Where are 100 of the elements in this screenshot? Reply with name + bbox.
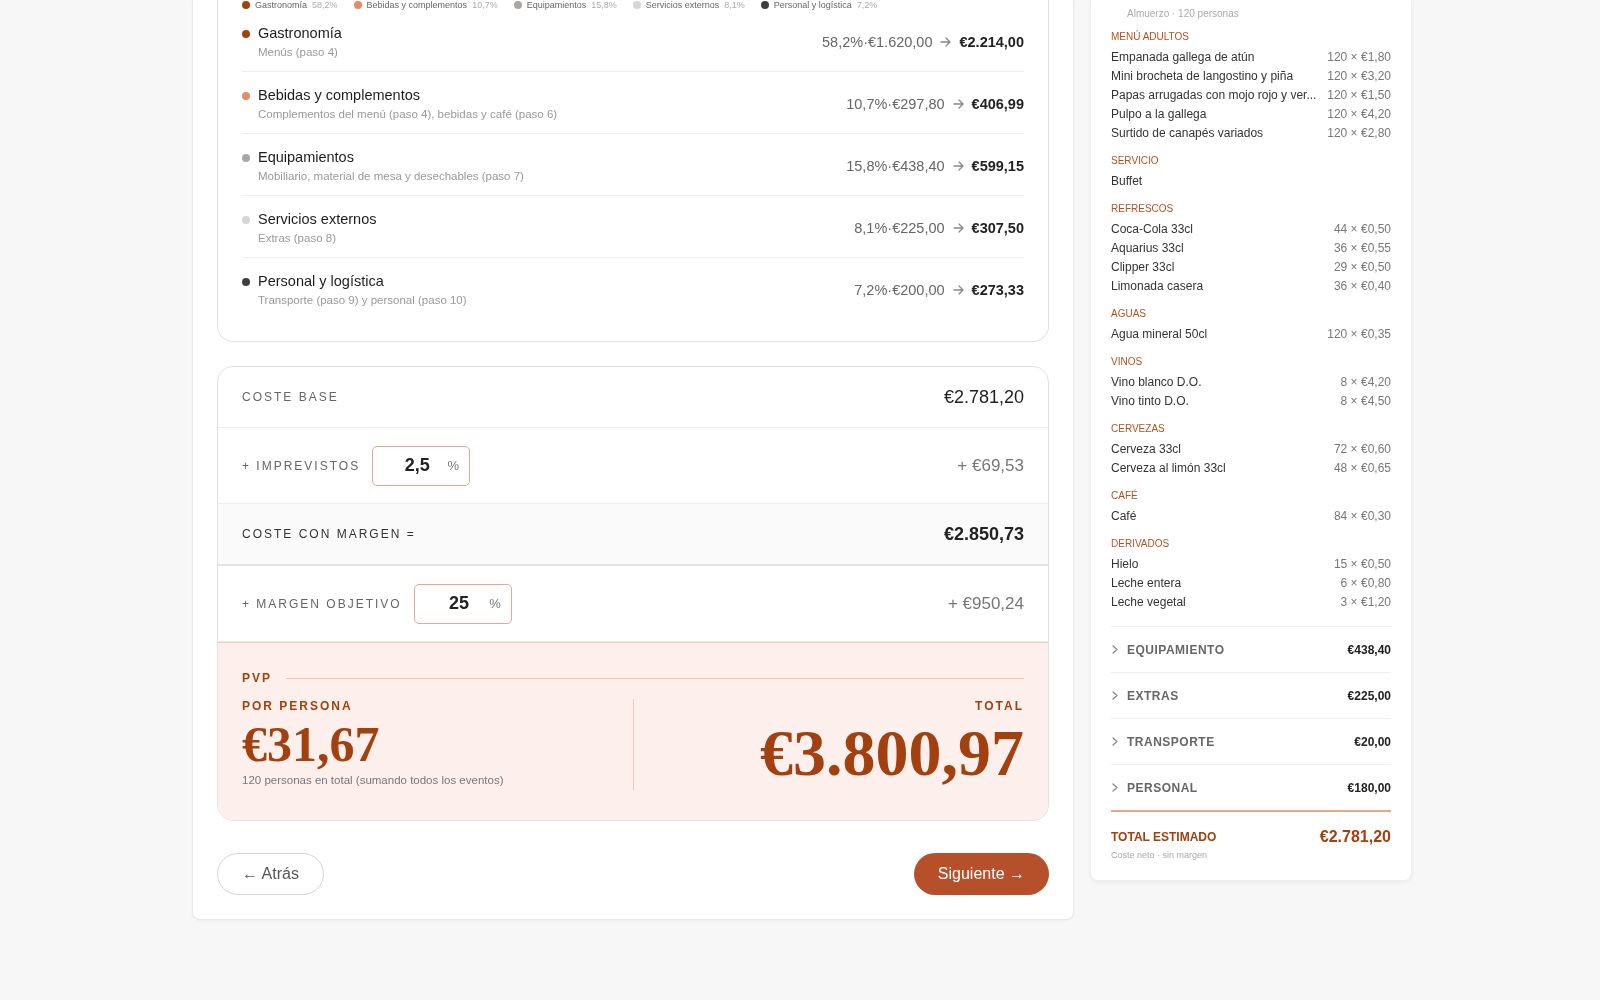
category-total: €406,99 — [971, 95, 1024, 112]
total-label: TOTAL — [975, 699, 1024, 713]
item-quantity: 120 × €1,50 — [1327, 87, 1391, 104]
percent-field[interactable]: 25 % — [413, 583, 512, 624]
per-person-price: €31,67 — [242, 717, 381, 772]
item-name: Cerveza 33cl — [1111, 441, 1182, 458]
chevron-icon — [1111, 737, 1119, 746]
chevron-icon — [1111, 691, 1119, 700]
total-value: €2.781,20 — [1319, 828, 1391, 846]
section-toggle[interactable]: EXTRAS — [1111, 688, 1179, 703]
category-detail: Extras (paso 8) — [258, 232, 337, 244]
group-heading: SERVICIO — [1111, 155, 1160, 166]
item-name: Mini brocheta de langostino y piña — [1111, 68, 1294, 85]
group-heading: VINOS — [1111, 356, 1144, 367]
item-name: Limonada casera — [1111, 278, 1204, 295]
section-toggle[interactable]: PERSONAL — [1111, 780, 1198, 795]
item-name: Agua mineral 50cl — [1111, 326, 1208, 343]
cost-value: + €69,53 — [957, 455, 1024, 476]
item-name: Clipper 33cl — [1111, 259, 1175, 276]
group-heading: CERVEZAS — [1111, 423, 1166, 434]
item-name: Aquarius 33cl — [1111, 240, 1184, 257]
legend-label: Servicios externos — [645, 0, 720, 10]
legend-percent: 15,8% — [591, 0, 617, 10]
arrow-icon — [952, 98, 964, 109]
section-toggle[interactable]: TRANSPORTE — [1111, 734, 1215, 749]
item-name: Café — [1111, 508, 1137, 525]
total-label: TOTAL ESTIMADO — [1111, 830, 1217, 844]
category-share: 7,2%·€200,00 — [854, 281, 945, 298]
legend-label: Personal y logística — [773, 0, 852, 10]
item-quantity: 72 × €0,60 — [1333, 441, 1391, 458]
price-heading: PVP — [242, 671, 272, 685]
item-quantity: 84 × €0,30 — [1333, 508, 1391, 525]
item-quantity: 3 × €1,20 — [1340, 594, 1391, 611]
next-button[interactable]: Siguiente → — [913, 852, 1049, 895]
category-name: Servicios externos — [258, 211, 377, 227]
category-total: €273,33 — [971, 281, 1024, 298]
item-name: Buffet — [1111, 173, 1143, 190]
section-total: €20,00 — [1354, 734, 1391, 749]
cost-label: COSTE CON MARGEN = — [242, 527, 416, 541]
per-person-label: POR PERSONA — [242, 699, 354, 713]
arrow-icon — [952, 284, 964, 295]
category-detail: Complementos del menú (paso 4), bebidas y café (paso 6) — [258, 108, 558, 120]
group-heading: REFRESCOS — [1111, 203, 1175, 214]
item-quantity: 120 × €3,20 — [1327, 68, 1391, 85]
chevron-icon — [1111, 645, 1119, 654]
legend-label: Equipamientos — [526, 0, 587, 10]
item-quantity: 6 × €0,80 — [1340, 575, 1391, 592]
category-name: Equipamientos — [258, 149, 355, 165]
category-total: €307,50 — [971, 219, 1024, 236]
item-name: Hielo — [1111, 556, 1139, 573]
legend-label: Gastronomía — [255, 0, 308, 10]
back-button[interactable]: ← Atrás — [217, 852, 324, 895]
cost-value: €2.850,73 — [943, 523, 1024, 545]
total-price: €3.800,97 — [760, 717, 1024, 790]
category-detail: Mobiliario, material de mesa y desechables (paso 7) — [258, 170, 524, 182]
category-share: 8,1%·€225,00 — [854, 219, 945, 236]
category-detail: Transporte (paso 9) y personal (paso 10) — [258, 294, 467, 306]
arrow-icon — [952, 160, 964, 171]
item-name: Vino blanco D.O. — [1111, 374, 1202, 391]
category-share: 10,7%·€297,80 — [846, 95, 945, 112]
cost-value: + €950,24 — [947, 593, 1024, 614]
group-heading: CAFÉ — [1111, 490, 1139, 501]
section-toggle[interactable]: EQUIPAMIENTO — [1111, 642, 1225, 657]
item-quantity: 120 × €2,80 — [1327, 125, 1391, 142]
category-total: €2.214,00 — [959, 33, 1024, 50]
item-name: Leche entera — [1111, 575, 1182, 592]
item-name: Vino tinto D.O. — [1111, 393, 1189, 410]
item-quantity: 8 × €4,20 — [1340, 374, 1391, 391]
section-total: €225,00 — [1347, 688, 1391, 703]
item-name: Pulpo a la gallega — [1111, 106, 1207, 123]
category-detail: Menús (paso 4) — [258, 46, 339, 58]
item-quantity: 120 × €1,80 — [1327, 49, 1391, 66]
arrow-icon — [952, 222, 964, 233]
item-name: Coca-Cola 33cl — [1111, 221, 1194, 238]
legend-percent: 58,2% — [312, 0, 338, 10]
legend-percent: 7,2% — [856, 0, 878, 10]
category-name: Gastronomía — [258, 25, 342, 41]
item-quantity: 44 × €0,50 — [1333, 221, 1391, 238]
item-quantity: 120 × €4,20 — [1327, 106, 1391, 123]
section-total: €438,40 — [1347, 642, 1391, 657]
people-note: 120 personas en total (sumando todos los eventos) — [242, 774, 505, 786]
category-share: 58,2%·€1.620,00 — [822, 33, 933, 50]
cost-value: €2.781,20 — [943, 386, 1024, 408]
group-heading: MENÚ ADULTOS — [1111, 31, 1190, 42]
category-name: Bebidas y complementos — [258, 87, 421, 103]
category-name: Personal y logística — [258, 273, 385, 289]
category-share: 15,8%·€438,40 — [846, 157, 945, 174]
section-total: €180,00 — [1347, 780, 1391, 795]
group-heading: AGUAS — [1111, 308, 1147, 319]
arrow-icon — [940, 36, 952, 47]
percent-field[interactable]: 2,5 % — [372, 445, 471, 486]
cost-label: + IMPREVISTOS — [242, 458, 361, 473]
item-quantity: 36 × €0,55 — [1333, 240, 1391, 257]
cost-label: COSTE BASE — [242, 390, 339, 404]
legend-percent: 10,7% — [472, 0, 498, 10]
item-name: Cerveza al limón 33cl — [1111, 460, 1226, 477]
cost-label: + MARGEN OBJETIVO — [242, 596, 402, 611]
legend-label: Bebidas y complementos — [366, 0, 468, 10]
item-quantity: 120 × €0,35 — [1327, 326, 1391, 343]
event-subtitle: Almuerzo · 120 personas — [1126, 8, 1240, 19]
